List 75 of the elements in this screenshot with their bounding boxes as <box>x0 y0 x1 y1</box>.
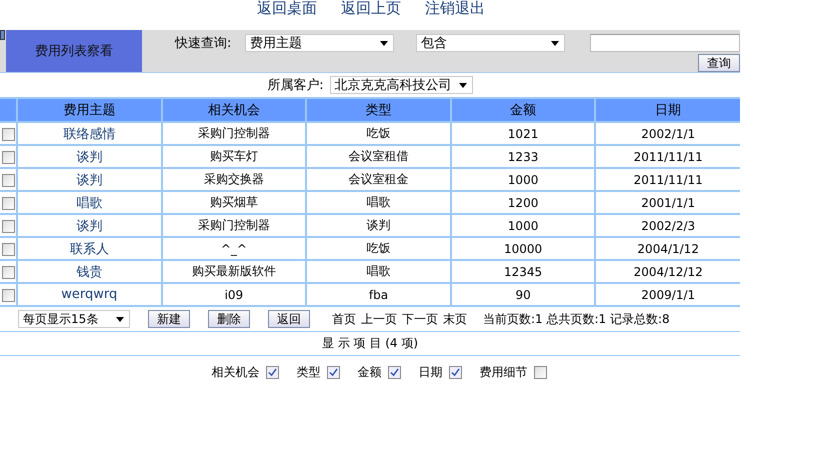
table-cell: 12345 <box>450 260 596 283</box>
subject-link[interactable]: 唱歌 <box>76 196 102 210</box>
subject-link[interactable]: 谈判 <box>76 218 102 234</box>
column-option-label: 类型 <box>296 364 320 381</box>
column-checkbox[interactable] <box>534 366 546 379</box>
table-cell: 采购门控制器 <box>162 214 306 237</box>
column-option-label: 金额 <box>358 364 382 381</box>
column-checkbox[interactable] <box>388 366 400 379</box>
display-items-title: 显 示 项 目 (4 项) <box>0 332 740 356</box>
table-cell: 1000 <box>450 214 596 237</box>
subject-link[interactable]: 钱贵 <box>76 264 102 280</box>
table-cell: i09 <box>162 283 306 306</box>
subject-link[interactable]: 谈判 <box>76 172 102 188</box>
column-header: 日期 <box>595 98 740 122</box>
nav-link[interactable]: 注销退出 <box>425 0 485 16</box>
table-cell: 90 <box>450 283 596 306</box>
table-cell: 购买车灯 <box>162 145 306 168</box>
column-header: 费用主题 <box>17 98 162 122</box>
pager-link[interactable]: 上一页 <box>361 310 397 328</box>
column-checkbox[interactable] <box>448 366 462 379</box>
operator-select[interactable]: 包含 <box>416 34 565 52</box>
quick-search-label: 快速查询: <box>175 35 232 52</box>
row-checkbox[interactable] <box>2 220 14 233</box>
page-icon <box>0 30 5 40</box>
table-cell: 采购交换器 <box>162 168 306 191</box>
row-checkbox[interactable] <box>2 242 14 256</box>
table-cell: 会议室租金 <box>306 168 451 191</box>
column-option-label: 日期 <box>418 364 442 381</box>
table-cell: ^_^ <box>162 237 306 260</box>
column-option-label: 费用细节 <box>480 364 528 381</box>
table-cell: 购买烟草 <box>162 191 306 214</box>
table-cell: fba <box>306 283 451 306</box>
subject-link[interactable]: 谈判 <box>76 150 102 164</box>
action-button[interactable]: 返回 <box>268 310 310 328</box>
action-button[interactable]: 删除 <box>208 310 250 328</box>
table-cell: 吃饭 <box>306 237 451 260</box>
table-cell: 唱歌 <box>306 260 451 283</box>
column-header: 金额 <box>450 98 596 122</box>
table-cell: 唱歌 <box>306 191 451 214</box>
pager-link[interactable]: 首页 <box>332 310 356 328</box>
action-button[interactable]: 新建 <box>148 310 190 328</box>
row-checkbox[interactable] <box>2 150 14 164</box>
column-header: 相关机会 <box>162 98 306 122</box>
customer-label: 所属客户: <box>267 77 324 94</box>
page-title: 费用列表察看 <box>6 30 142 72</box>
nav-link[interactable]: 返回上页 <box>341 0 401 16</box>
table-cell: 1233 <box>450 145 596 168</box>
table-cell: 1000 <box>450 168 596 191</box>
table-cell: 购买最新版软件 <box>162 260 306 283</box>
row-checkbox[interactable] <box>2 128 14 141</box>
page-status: 当前页数:1 总共页数:1 记录总数:8 <box>483 310 670 328</box>
table-cell: 谈判 <box>306 214 451 237</box>
customer-select[interactable]: 北京克克高科技公司 <box>330 76 473 94</box>
row-checkbox[interactable] <box>2 196 14 210</box>
column-checkbox[interactable] <box>326 366 340 379</box>
row-checkbox[interactable] <box>2 288 14 302</box>
table-cell: 采购门控制器 <box>162 122 306 145</box>
column-checkbox[interactable] <box>266 366 278 379</box>
page-size-select[interactable]: 每页显示15条 <box>18 310 130 328</box>
search-button[interactable]: 查询 <box>698 54 740 72</box>
field-select[interactable]: 费用主题 <box>245 34 394 52</box>
row-checkbox[interactable] <box>2 266 14 279</box>
table-cell: 1200 <box>450 191 596 214</box>
nav-link[interactable]: 返回桌面 <box>257 0 317 16</box>
table-cell: 吃饭 <box>306 122 451 145</box>
subject-link[interactable]: 联系人 <box>70 242 109 256</box>
table-cell: 10000 <box>450 237 596 260</box>
pager-link[interactable]: 下一页 <box>402 310 438 328</box>
table-cell: 会议室租借 <box>306 145 451 168</box>
pager-link[interactable]: 末页 <box>443 310 467 328</box>
column-option-label: 相关机会 <box>212 364 260 381</box>
row-checkbox[interactable] <box>2 174 14 187</box>
search-field[interactable] <box>590 34 740 52</box>
column-header: 类型 <box>306 98 451 122</box>
table-cell: 1021 <box>450 122 596 145</box>
